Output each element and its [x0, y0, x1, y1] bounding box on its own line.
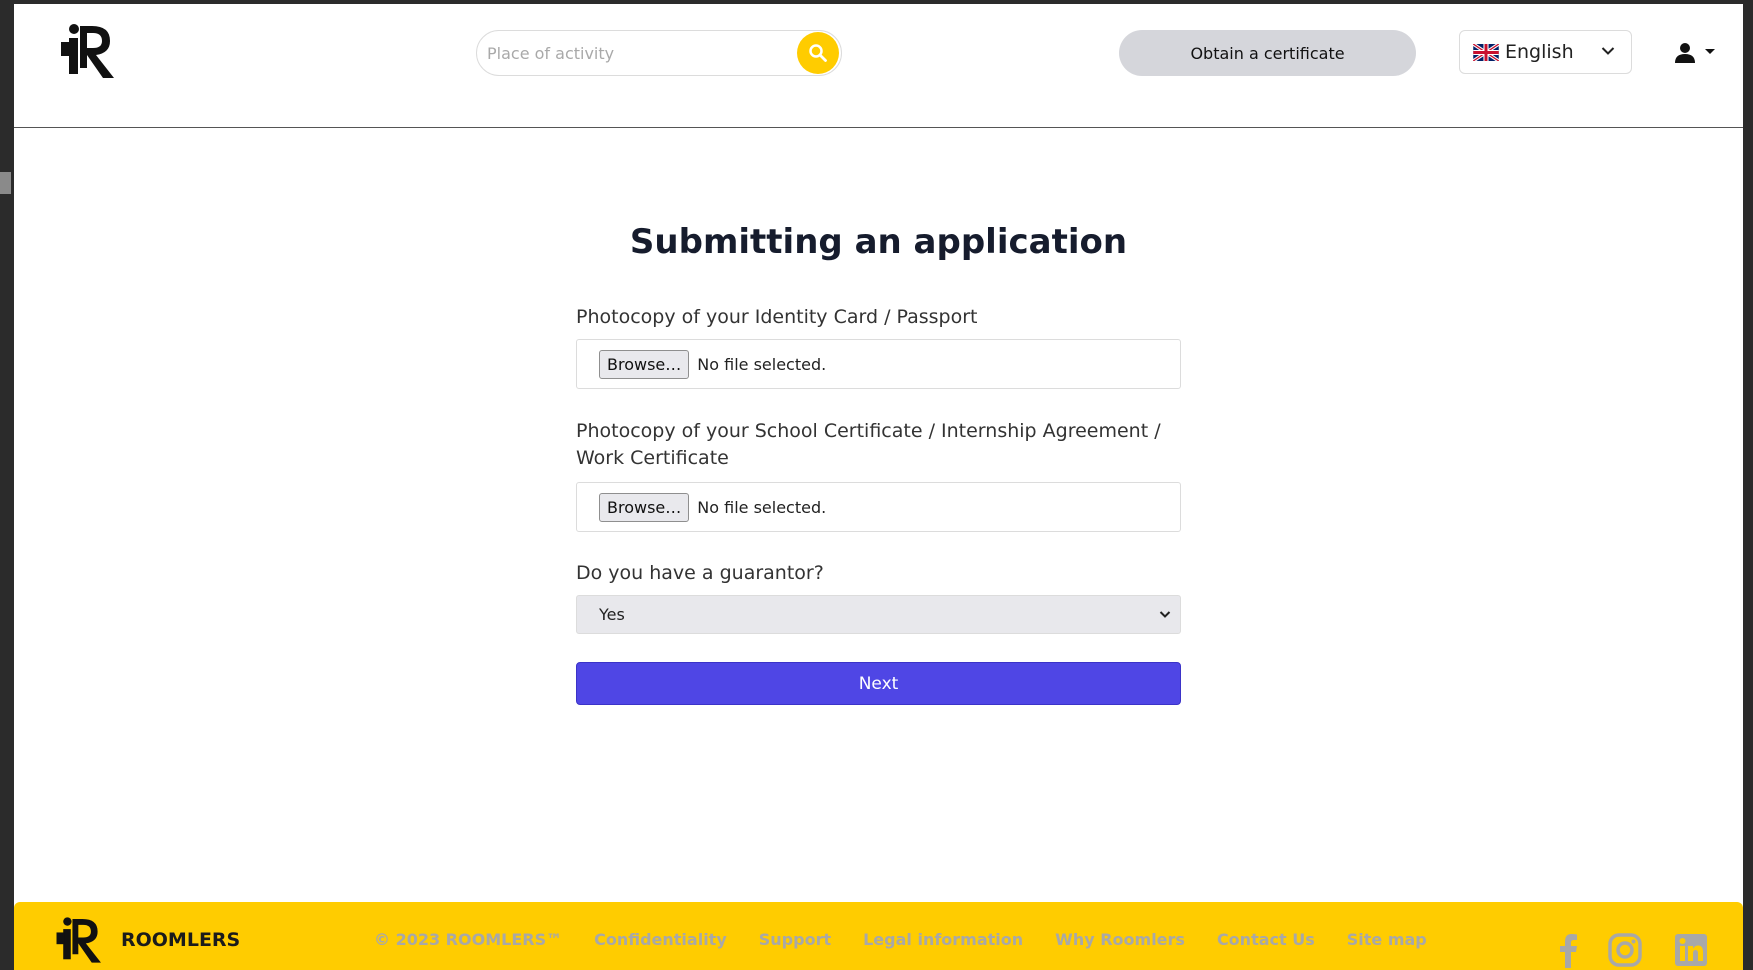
roomlers-logo[interactable] — [58, 20, 120, 82]
uk-flag-icon — [1473, 43, 1499, 61]
window-edge — [0, 0, 14, 970]
site-footer: ROOMLERS © 2023 ROOMLERS™ Confidentialit… — [14, 902, 1743, 970]
search-input[interactable] — [487, 40, 777, 66]
footer-link-legal[interactable]: Legal information — [863, 930, 1023, 949]
id-card-browse-button[interactable]: Browse… — [599, 349, 690, 379]
footer-link-support[interactable]: Support — [759, 930, 831, 949]
roomlers-logo[interactable] — [54, 912, 106, 968]
site-header: Obtain a certificate English — [14, 4, 1743, 128]
certificate-label: Photocopy of your School Certificate / I… — [576, 420, 1161, 469]
id-card-label: Photocopy of your Identity Card / Passpo… — [576, 306, 978, 328]
id-card-file-status: No file selected. — [697, 354, 827, 374]
footer-links: © 2023 ROOMLERS™ Confidentiality Support… — [374, 930, 1427, 949]
chevron-down-icon — [1159, 611, 1171, 618]
id-card-file-input: Browse… No file selected. — [576, 339, 1181, 389]
linkedin-icon[interactable] — [1673, 932, 1709, 968]
chevron-down-icon — [1601, 47, 1615, 55]
footer-link-why-roomlers[interactable]: Why Roomlers — [1055, 930, 1185, 949]
footer-link-sitemap[interactable]: Site map — [1347, 930, 1427, 949]
certificate-file-input: Browse… No file selected. — [576, 482, 1181, 532]
footer-copyright: © 2023 ROOMLERS™ — [374, 930, 563, 949]
certificate-browse-button[interactable]: Browse… — [599, 492, 690, 522]
footer-link-confidentiality[interactable]: Confidentiality — [594, 930, 727, 949]
guarantor-label: Do you have a guarantor? — [576, 562, 824, 584]
caret-down-icon — [1705, 49, 1715, 54]
facebook-icon[interactable] — [1551, 932, 1587, 968]
page-title: Submitting an application — [629, 222, 1128, 262]
certificate-file-status: No file selected. — [697, 497, 827, 517]
footer-brand: ROOMLERS — [121, 929, 241, 951]
language-select[interactable]: English — [1459, 30, 1632, 74]
footer-link-contact[interactable]: Contact Us — [1217, 930, 1315, 949]
search-icon — [809, 44, 827, 62]
user-icon — [1675, 43, 1695, 63]
page: Obtain a certificate English — [14, 4, 1743, 970]
instagram-icon[interactable] — [1607, 932, 1643, 968]
user-menu[interactable] — [1674, 42, 1722, 66]
search-bar — [476, 30, 842, 76]
next-button[interactable]: Next — [576, 662, 1181, 705]
scroll-marker — [0, 172, 11, 194]
search-button[interactable] — [797, 32, 839, 74]
guarantor-selected-value: Yes — [599, 605, 625, 624]
language-label: English — [1505, 41, 1574, 63]
guarantor-select[interactable]: Yes — [576, 595, 1181, 634]
application-form: Photocopy of your Identity Card / Passpo… — [576, 304, 1181, 705]
obtain-certificate-button[interactable]: Obtain a certificate — [1119, 30, 1416, 76]
